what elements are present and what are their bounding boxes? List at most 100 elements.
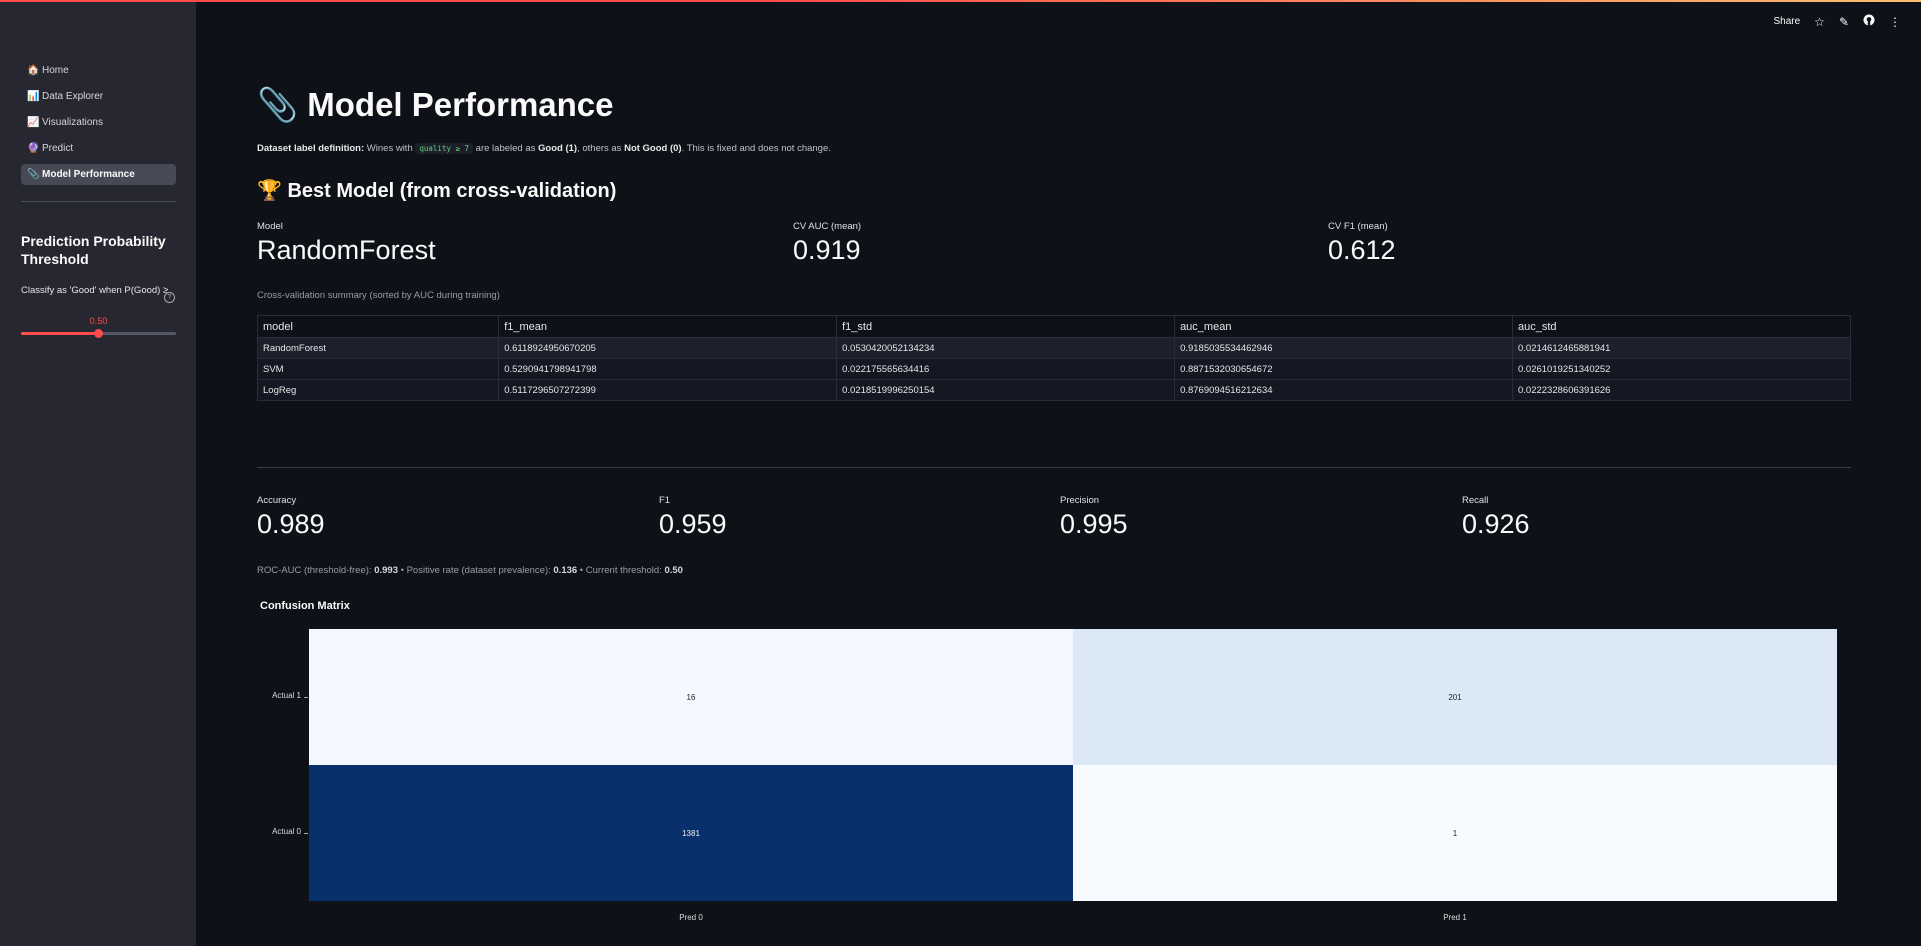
table-cell: 0.0218519996250154 <box>836 379 1176 401</box>
prevalence-value: 0.136 <box>553 565 578 576</box>
metric-recall: Recall 0.926 <box>1462 495 1530 540</box>
table-cell: 0.0530420052134234 <box>836 337 1176 359</box>
edit-icon[interactable]: ✎ <box>1839 15 1849 29</box>
metric-f1: F1 0.959 <box>659 495 727 540</box>
best-model-heading: 🏆 Best Model (from cross-validation) <box>257 180 617 202</box>
metric-cv-f1: CV F1 (mean) 0.612 <box>1328 221 1396 266</box>
sidebar-item-model-performance[interactable]: 📎 Model Performance <box>21 164 176 185</box>
confusion-matrix-cell: 16 <box>309 629 1073 765</box>
note-text: , others as <box>577 143 625 154</box>
roc-auc-summary: ROC-AUC (threshold-free): 0.993 • Positi… <box>257 565 683 576</box>
home-icon: 🏠 <box>27 65 40 76</box>
note-text: are labeled as <box>473 143 539 154</box>
table-row[interactable]: RandomForest 0.6118924950670205 0.053042… <box>256 337 1851 359</box>
table-cell: 0.8871532030654672 <box>1174 358 1513 380</box>
dataset-label-note: Dataset label definition: Wines with qua… <box>257 143 831 154</box>
metric-value: RandomForest <box>257 235 436 265</box>
cv-summary-table[interactable]: model f1_mean f1_std auc_mean auc_std Ra… <box>256 315 1851 401</box>
column-header[interactable]: f1_std <box>836 315 1176 338</box>
metric-label: Recall <box>1462 495 1489 506</box>
table-cell: 0.0222328606391626 <box>1512 379 1851 401</box>
table-cell: RandomForest <box>256 337 500 359</box>
note-code: quality ≥ 7 <box>415 143 474 154</box>
metric-label: CV F1 (mean) <box>1328 221 1388 232</box>
roc-auc-value: 0.993 <box>374 565 398 576</box>
table-row[interactable]: LogReg 0.5117296507272399 0.021851999625… <box>256 379 1851 401</box>
confusion-matrix-title: Confusion Matrix <box>260 600 350 612</box>
metric-precision: Precision 0.995 <box>1060 495 1128 540</box>
menu-icon[interactable]: ⋮ <box>1889 15 1901 29</box>
threshold-slider-value: 0.50 <box>89 316 108 326</box>
share-button[interactable]: Share <box>1773 16 1800 27</box>
confusion-matrix-cell: 201 <box>1073 629 1837 765</box>
column-header[interactable]: auc_std <box>1512 315 1851 338</box>
metric-label: Accuracy <box>257 495 297 506</box>
sidebar-item-visualizations[interactable]: 📈 Visualizations <box>21 112 176 133</box>
sidebar-item-label: Model Performance <box>42 169 135 180</box>
table-cell: 0.5290941798941798 <box>498 358 838 380</box>
column-header[interactable]: f1_mean <box>498 315 838 338</box>
note-text: Wines with <box>364 143 416 154</box>
app-toolbar: Share ☆ ✎ ⋮ <box>1773 14 1901 29</box>
table-cell: 0.5117296507272399 <box>498 379 838 401</box>
stats-text: • Current threshold: <box>577 565 665 576</box>
section-divider <box>257 467 1851 468</box>
sidebar-item-label: Visualizations <box>42 117 103 128</box>
confusion-matrix-cell: 1381 <box>309 765 1073 901</box>
threshold-heading: Prediction Probability Threshold <box>21 233 166 267</box>
metric-label: Precision <box>1060 495 1100 506</box>
top-accent-line <box>0 0 1921 2</box>
note-good: Good (1) <box>538 143 578 154</box>
threshold-slider-handle[interactable] <box>94 329 103 338</box>
metric-model: Model RandomForest <box>257 221 436 266</box>
stats-text: ROC-AUC (threshold-free): <box>257 565 375 576</box>
sidebar-item-home[interactable]: 🏠 Home <box>21 60 176 81</box>
column-header[interactable]: auc_mean <box>1174 315 1513 338</box>
confusion-matrix-col-label: Pred 1 <box>1443 913 1467 922</box>
sidebar: 🏠 Home 📊 Data Explorer 📈 Visualizations … <box>0 0 196 946</box>
metric-value: 0.612 <box>1328 235 1396 265</box>
metric-value: 0.919 <box>793 235 861 265</box>
table-cell: 0.9185035534462946 <box>1174 337 1513 359</box>
sidebar-item-data-explorer[interactable]: 📊 Data Explorer <box>21 86 176 107</box>
page-title: 📎 Model Performance <box>257 86 614 125</box>
table-header-row: model f1_mean f1_std auc_mean auc_std <box>256 315 1851 338</box>
metric-accuracy: Accuracy 0.989 <box>257 495 325 540</box>
table-cell: 0.0214612465881941 <box>1512 337 1851 359</box>
metric-label: F1 <box>659 495 671 506</box>
sidebar-item-label: Home <box>42 65 69 76</box>
note-text: . This is fixed and does not change. <box>681 143 831 154</box>
sidebar-item-label: Predict <box>42 143 74 154</box>
sidebar-item-predict[interactable]: 🔮 Predict <box>21 138 176 159</box>
table-row[interactable]: SVM 0.5290941798941798 0.022175565634416… <box>256 358 1851 380</box>
confusion-matrix-row-label: Actual 0 <box>272 827 301 836</box>
note-notgood: Not Good (0) <box>624 143 682 154</box>
table-cell: SVM <box>256 358 500 380</box>
metric-label: CV AUC (mean) <box>793 221 862 232</box>
line-chart-icon: 📈 <box>27 117 40 128</box>
table-cell: 0.022175565634416 <box>836 358 1176 380</box>
table-cell: 0.8769094516212634 <box>1174 379 1513 401</box>
stats-text: • Positive rate (dataset prevalence): <box>397 565 554 576</box>
table-cell: 0.0261019251340252 <box>1512 358 1851 380</box>
confusion-matrix-tick <box>304 833 308 834</box>
confusion-matrix-cell: 1 <box>1073 765 1837 901</box>
threshold-value: 0.50 <box>664 565 683 576</box>
star-icon[interactable]: ☆ <box>1814 15 1825 29</box>
table-cell: 0.6118924950670205 <box>498 337 838 359</box>
metric-label: Model <box>257 221 283 232</box>
metric-value: 0.926 <box>1462 509 1530 539</box>
confusion-matrix-col-label: Pred 0 <box>679 913 703 922</box>
page-title-text: Model Performance <box>307 86 614 123</box>
metric-value: 0.995 <box>1060 509 1128 539</box>
github-icon[interactable] <box>1863 14 1875 29</box>
paperclip-icon: 📎 <box>257 86 299 123</box>
column-header[interactable]: model <box>256 315 500 338</box>
help-icon[interactable]: ? <box>164 292 175 303</box>
cv-caption: Cross-validation summary (sorted by AUC … <box>257 290 500 301</box>
threshold-label: Classify as 'Good' when P(Good) ≥ <box>21 285 169 296</box>
confusion-matrix-row-label: Actual 1 <box>272 691 301 700</box>
table-cell: LogReg <box>256 379 500 401</box>
sidebar-divider <box>21 201 176 202</box>
metric-cv-auc: CV AUC (mean) 0.919 <box>793 221 861 266</box>
